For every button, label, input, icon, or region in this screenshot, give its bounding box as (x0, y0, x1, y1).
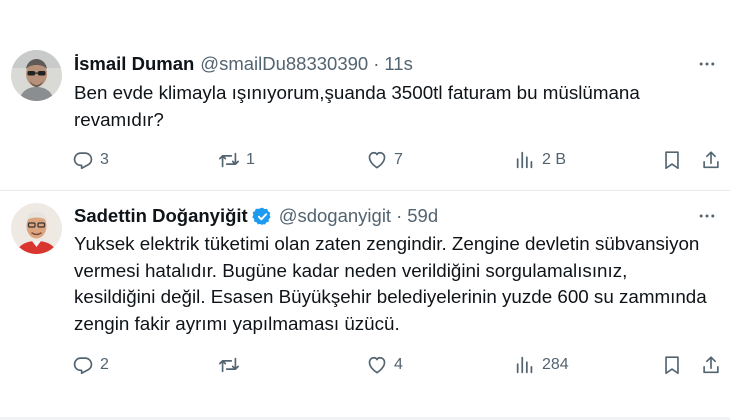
like-icon (366, 149, 388, 171)
share-button[interactable] (700, 148, 722, 172)
avatar[interactable] (11, 50, 62, 101)
repost-icon (218, 149, 240, 171)
author-name[interactable]: İsmail Duman (74, 53, 194, 75)
more-icon[interactable] (694, 54, 720, 74)
timestamp[interactable]: 11s (384, 53, 412, 75)
repost-button[interactable]: 1 (218, 148, 255, 172)
views-button[interactable]: 2 B (514, 148, 566, 172)
tweet[interactable]: İsmail Duman @smailDu88330390 · 11s Ben … (0, 0, 730, 191)
avatar[interactable] (11, 203, 62, 254)
reply-button[interactable]: 3 (72, 148, 109, 172)
share-button[interactable] (700, 353, 722, 377)
views-icon (514, 149, 536, 171)
bookmark-button[interactable] (661, 148, 683, 172)
like-button[interactable]: 4 (366, 353, 403, 377)
bookmark-button[interactable] (661, 353, 683, 377)
verified-badge-icon (252, 207, 271, 225)
separator-dot: · (396, 205, 403, 226)
repost-button[interactable] (218, 353, 246, 377)
tweet-text-line: Ben evde klimayla ışınıyorum,şuanda 3500… (74, 82, 640, 103)
views-button[interactable]: 284 (514, 353, 569, 377)
avatar-image (11, 50, 62, 101)
views-count: 284 (542, 356, 569, 373)
share-icon (700, 149, 722, 171)
tweet-text-line: Yuksek elektrik tüketimi olan zaten zeng… (74, 233, 700, 254)
reply-count: 3 (100, 151, 109, 168)
tweet-text-line: zengin fakir ayrımı yapılmaması üzücü. (74, 312, 400, 334)
like-icon (366, 354, 388, 376)
share-icon (700, 354, 722, 376)
like-count: 4 (394, 356, 403, 373)
tweet-text: Ben evde klimayla ışınıyorum,şuanda 3500… (74, 80, 722, 133)
reply-icon (72, 149, 94, 171)
repost-count: 1 (246, 151, 255, 168)
author-name[interactable]: Sadettin Doğanyiğit (74, 205, 248, 227)
action-bar: 2 4 284 (0, 353, 730, 377)
like-count: 7 (394, 151, 403, 168)
tweet[interactable]: Sadettin Doğanyiğit @sdoganyigit · 59d Y… (0, 191, 730, 420)
tweet-text-line: kesildiğini değil. Esasen Büyükşehir bel… (74, 286, 707, 307)
more-icon[interactable] (694, 206, 720, 226)
tweet-header: İsmail Duman @smailDu88330390 · 11s (74, 52, 413, 76)
views-count: 2 B (542, 151, 567, 168)
reply-count: 2 (100, 356, 109, 373)
repost-icon (218, 354, 240, 376)
bookmark-icon (661, 354, 683, 376)
like-button[interactable]: 7 (366, 148, 403, 172)
views-icon (514, 354, 536, 376)
action-bar: 3 1 7 2 B (0, 148, 730, 172)
tweet-text-line: vermesi hatalıdır. Bugüne kadar neden ve… (74, 259, 628, 281)
reply-button[interactable]: 2 (72, 353, 109, 377)
tweet-text-line: revamıdır? (74, 108, 164, 130)
separator-dot: · (373, 53, 380, 74)
author-handle[interactable]: @smailDu88330390 (200, 53, 368, 75)
tweet-text: Yuksek elektrik tüketimi olan zaten zeng… (74, 231, 722, 337)
reply-icon (72, 354, 94, 376)
author-handle[interactable]: @sdoganyigit (279, 205, 391, 227)
bookmark-icon (661, 149, 683, 171)
timestamp[interactable]: 59d (407, 205, 438, 227)
tweet-header: Sadettin Doğanyiğit @sdoganyigit · 59d (74, 204, 438, 228)
avatar-image (11, 203, 62, 254)
